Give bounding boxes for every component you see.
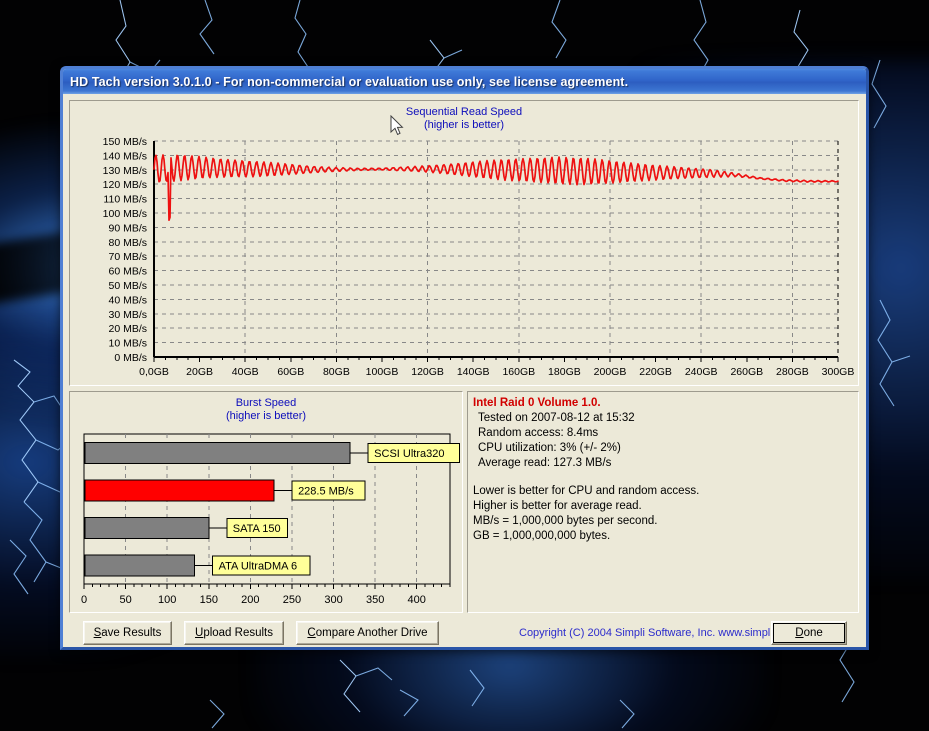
burst-callout-3: ATA UltraDMA 6: [212, 555, 311, 576]
svg-text:100 MB/s: 100 MB/s: [103, 208, 147, 220]
info-note-mbs-definition: MB/s = 1,000,000 bytes per second.: [473, 515, 658, 527]
info-line-random-access: Random access: 8.4ms: [478, 427, 599, 439]
info-note-lower-better: Lower is better for CPU and random acces…: [473, 485, 700, 497]
svg-text:120GB: 120GB: [411, 366, 444, 378]
svg-text:80GB: 80GB: [323, 366, 350, 378]
done-label: one: [803, 627, 823, 639]
done-accel: D: [795, 627, 804, 639]
svg-text:0: 0: [81, 594, 87, 606]
svg-text:250: 250: [283, 594, 301, 606]
sequential-read-chart: 0 MB/s 10 MB/s 20 MB/s 30 MB/s 40 MB/s 50 MB/…: [103, 136, 855, 378]
svg-text:150: 150: [200, 594, 218, 606]
info-note-higher-better: Higher is better for average read.: [473, 500, 642, 512]
svg-text:160GB: 160GB: [502, 366, 535, 378]
svg-text:20 MB/s: 20 MB/s: [108, 323, 147, 335]
svg-text:228.5 MB/s: 228.5 MB/s: [298, 485, 354, 497]
svg-text:260GB: 260GB: [730, 366, 763, 378]
svg-text:300GB: 300GB: [822, 366, 855, 378]
svg-text:60 MB/s: 60 MB/s: [108, 266, 147, 278]
svg-text:300: 300: [324, 594, 342, 606]
upload-results-accel: U: [195, 627, 204, 639]
compare-another-drive-button[interactable]: Compare Another Drive: [296, 621, 439, 645]
upload-results-label: pload Results: [203, 627, 273, 639]
info-line-cpu-utilization: CPU utilization: 3% (+/- 2%): [478, 442, 621, 454]
save-results-button[interactable]: Save Results: [83, 621, 172, 645]
compare-label: ompare Another Drive: [315, 627, 428, 639]
svg-text:30 MB/s: 30 MB/s: [108, 309, 147, 321]
burst-callout-0: SCSI Ultra320: [367, 442, 460, 463]
window-title-app: HD Tach version 3.0.1.0: [70, 74, 212, 89]
svg-text:220GB: 220GB: [639, 366, 672, 378]
bottom-button-bar: Save Results Upload Results Compare Anot…: [69, 619, 859, 647]
upload-results-button[interactable]: Upload Results: [184, 621, 284, 645]
svg-text:110 MB/s: 110 MB/s: [103, 194, 147, 206]
svg-text:40GB: 40GB: [232, 366, 259, 378]
svg-text:140GB: 140GB: [457, 366, 490, 378]
svg-text:200: 200: [241, 594, 259, 606]
burst-speed-panel: Burst Speed (higher is better) SCSI Ultr…: [69, 391, 463, 613]
compare-accel: C: [307, 627, 316, 639]
done-button[interactable]: Done: [771, 621, 847, 645]
svg-text:200GB: 200GB: [594, 366, 627, 378]
burst-callout-1: 228.5 MB/s: [291, 480, 366, 501]
svg-text:40 MB/s: 40 MB/s: [108, 294, 147, 306]
svg-text:60GB: 60GB: [277, 366, 304, 378]
save-results-accel: S: [93, 627, 102, 639]
hd-tach-window: HD Tach version 3.0.1.0 - For non-commer…: [60, 66, 869, 650]
svg-text:SCSI Ultra320: SCSI Ultra320: [374, 448, 444, 460]
svg-text:90 MB/s: 90 MB/s: [108, 222, 147, 234]
svg-text:280GB: 280GB: [776, 366, 809, 378]
svg-text:10 MB/s: 10 MB/s: [108, 338, 147, 350]
svg-text:150 MB/s: 150 MB/s: [103, 136, 147, 148]
burst-speed-chart: SCSI Ultra320 228.5 MB/s SATA 150 ATA Ultra…: [81, 433, 460, 606]
svg-text:50: 50: [119, 594, 131, 606]
save-results-label: ave Results: [101, 627, 162, 639]
svg-text:100GB: 100GB: [366, 366, 399, 378]
svg-text:130 MB/s: 130 MB/s: [103, 165, 147, 177]
svg-text:50 MB/s: 50 MB/s: [108, 280, 147, 292]
svg-text:140 MB/s: 140 MB/s: [103, 150, 147, 162]
svg-text:80 MB/s: 80 MB/s: [108, 237, 147, 249]
svg-text:400: 400: [408, 594, 426, 606]
svg-text:100: 100: [158, 594, 176, 606]
svg-text:120 MB/s: 120 MB/s: [103, 179, 147, 191]
drive-name-heading: Intel Raid 0 Volume 1.0.: [473, 397, 601, 409]
window-client-area: Sequential Read Speed (higher is better)…: [63, 94, 866, 647]
svg-text:ATA UltraDMA 6: ATA UltraDMA 6: [219, 560, 297, 572]
svg-text:180GB: 180GB: [548, 366, 581, 378]
burst-callout-2: SATA 150: [226, 517, 289, 538]
window-title: HD Tach version 3.0.1.0 - For non-commer…: [70, 75, 628, 89]
svg-text:20GB: 20GB: [186, 366, 213, 378]
window-title-note: - For non-commercial or evaluation use o…: [215, 74, 629, 89]
info-note-gb-definition: GB = 1,000,000,000 bytes.: [473, 530, 611, 542]
svg-text:0 MB/s: 0 MB/s: [114, 352, 147, 364]
info-line-tested: Tested on 2007-08-12 at 15:32: [478, 412, 635, 424]
svg-text:70 MB/s: 70 MB/s: [108, 251, 147, 263]
sequential-read-panel: Sequential Read Speed (higher is better)…: [69, 100, 859, 386]
info-line-average-read: Average read: 127.3 MB/s: [478, 457, 612, 469]
svg-text:0,0GB: 0,0GB: [139, 366, 169, 378]
drive-info-panel: Intel Raid 0 Volume 1.0. Tested on 2007-…: [467, 391, 859, 613]
svg-text:240GB: 240GB: [685, 366, 718, 378]
svg-text:SATA 150: SATA 150: [233, 523, 281, 535]
svg-text:350: 350: [366, 594, 384, 606]
window-titlebar[interactable]: HD Tach version 3.0.1.0 - For non-commer…: [63, 69, 866, 94]
